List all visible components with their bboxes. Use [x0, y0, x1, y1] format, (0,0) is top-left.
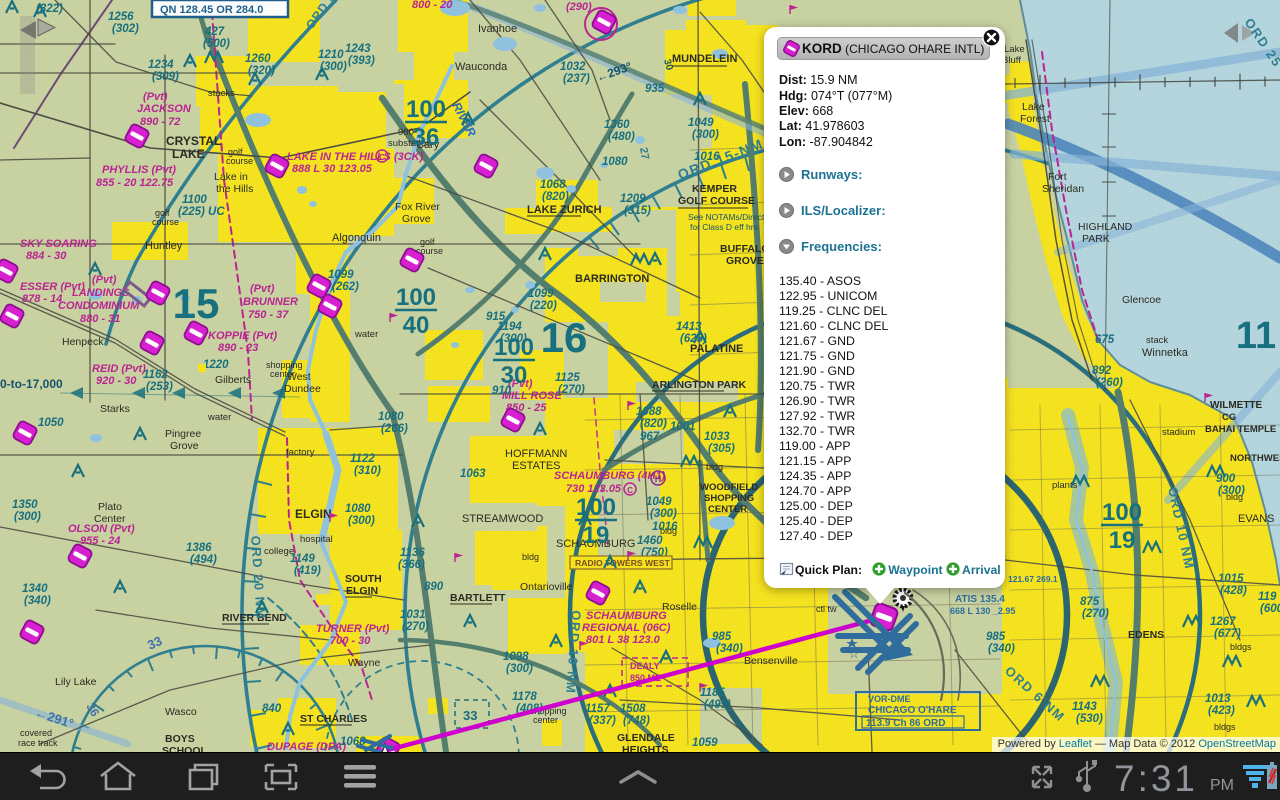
- svg-text:PM: PM: [1210, 777, 1234, 794]
- svg-text:7:31: 7:31: [1114, 758, 1198, 799]
